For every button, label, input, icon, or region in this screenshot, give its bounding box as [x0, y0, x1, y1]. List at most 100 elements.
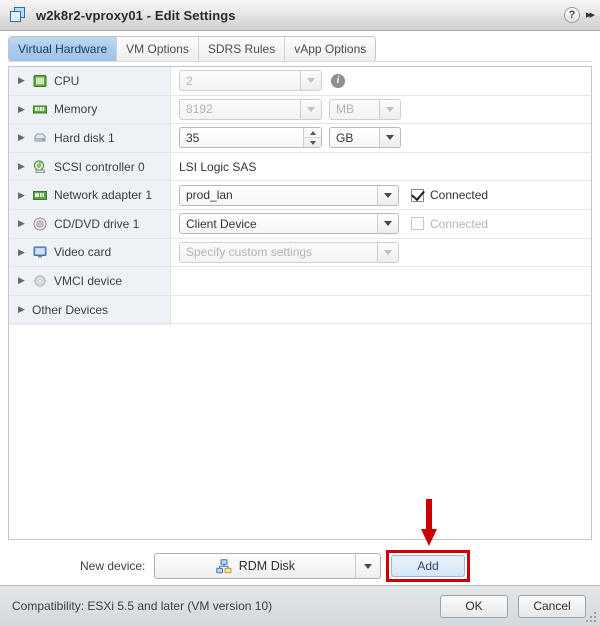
expand-arrow-icon[interactable]: ▶: [18, 76, 32, 85]
network-connected-checkbox[interactable]: Connected: [411, 186, 488, 202]
quantity-stepper[interactable]: [303, 128, 321, 148]
rdm-disk-icon: [216, 558, 232, 574]
table-row: ▶ Video card Specify custom settings: [9, 239, 591, 268]
device-label-other-devices[interactable]: ▶ Other Devices: [9, 296, 171, 324]
device-name: Network adapter 1: [54, 188, 153, 203]
device-label-video-card[interactable]: ▶ Video card: [9, 239, 171, 267]
expand-arrow-icon[interactable]: ▶: [18, 162, 32, 171]
add-button[interactable]: Add: [391, 555, 465, 577]
device-label-hard-disk-1[interactable]: ▶ Hard disk 1: [9, 124, 171, 152]
stepper-up-icon[interactable]: [304, 128, 321, 137]
videocard-select[interactable]: Specify custom settings: [179, 241, 399, 263]
new-device-select-content: RDM Disk: [155, 554, 355, 578]
harddisk-icon: [32, 130, 48, 146]
harddisk-unit-select[interactable]: GB: [329, 127, 401, 149]
device-value-scsi-controller-0: LSI Logic SAS: [171, 153, 591, 181]
harddisk-size-input[interactable]: 35: [179, 127, 322, 149]
table-row: ▶ CD/DVD drive 1 Client Device Connected: [9, 210, 591, 239]
device-value-vmci-device: [171, 267, 591, 295]
harddisk-unit-value: GB: [336, 130, 354, 145]
scsi-controller-value: LSI Logic SAS: [179, 159, 257, 174]
cancel-button[interactable]: Cancel: [518, 594, 586, 618]
dialog-footer: Compatibility: ESXi 5.5 and later (VM ve…: [0, 585, 600, 626]
edit-settings-dialog: w2k8r2-vproxy01 - Edit Settings ? ▸▸ Vir…: [0, 0, 600, 626]
chevron-down-icon[interactable]: [355, 554, 380, 578]
expand-arrow-icon[interactable]: ▶: [18, 190, 32, 200]
title-bar: w2k8r2-vproxy01 - Edit Settings ? ▸▸: [0, 0, 600, 31]
device-value-hard-disk-1: 35 GB: [171, 124, 591, 152]
expand-arrow-icon[interactable]: ▶: [18, 247, 32, 257]
memory-unit-select[interactable]: MB: [329, 98, 401, 120]
memory-select[interactable]: 8192: [179, 98, 322, 120]
table-row: ▶ Network adapter 1 prod_lan Connected: [9, 181, 591, 210]
device-name: SCSI controller 0: [54, 159, 145, 174]
chevron-down-icon[interactable]: [379, 99, 400, 119]
title-bar-controls: ? ▸▸: [563, 7, 595, 23]
device-name: Video card: [54, 245, 112, 260]
device-label-scsi-controller-0[interactable]: ▶ SCSI controller 0: [9, 153, 171, 181]
chevron-down-icon[interactable]: [377, 214, 398, 234]
chevron-down-icon[interactable]: [377, 185, 398, 205]
table-row: ▶ Hard disk 1 35 GB: [9, 124, 591, 153]
expand-arrow-icon[interactable]: ▶: [18, 305, 32, 314]
new-device-value: RDM Disk: [238, 559, 295, 573]
ok-button[interactable]: OK: [440, 594, 508, 618]
device-label-cpu[interactable]: ▶ CPU: [9, 67, 171, 95]
tab-vm-options[interactable]: VM Options: [117, 37, 199, 61]
network-select[interactable]: prod_lan: [179, 184, 399, 206]
expand-arrow-icon[interactable]: ▶: [18, 104, 32, 114]
network-icon: [32, 187, 48, 203]
chevron-down-icon[interactable]: [300, 71, 321, 91]
device-label-network-adapter-1[interactable]: ▶ Network adapter 1: [9, 181, 171, 209]
footer-buttons: OK Cancel: [440, 594, 586, 618]
device-name: CPU: [54, 73, 80, 88]
new-device-label: New device:: [80, 559, 146, 573]
tab-sdrs-rules[interactable]: SDRS Rules: [198, 37, 286, 61]
device-label-cddvd-drive-1[interactable]: ▶ CD/DVD drive 1: [9, 210, 171, 238]
device-value-cddvd-drive-1: Client Device Connected: [171, 210, 591, 238]
resize-grip[interactable]: [586, 612, 598, 624]
device-list-panel: ▶ CPU 2 i ▶ Memory 8192 MB ▶ Hard disk 1…: [8, 66, 592, 540]
table-row: ▶ SCSI controller 0 LSI Logic SAS: [9, 153, 591, 182]
memory-value: 8192: [186, 102, 213, 117]
videocard-icon: [32, 244, 48, 260]
chevron-down-icon[interactable]: [300, 99, 321, 119]
cddvd-select[interactable]: Client Device: [179, 213, 399, 235]
cpu-select[interactable]: 2: [179, 70, 322, 92]
device-name: CD/DVD drive 1: [54, 216, 140, 231]
tab-vapp-options[interactable]: vApp Options: [285, 37, 376, 61]
scsi-icon: [32, 159, 48, 175]
memory-icon: [32, 101, 48, 117]
device-label-memory[interactable]: ▶ Memory: [9, 96, 171, 124]
vmci-icon: [32, 273, 48, 289]
device-name: Memory: [54, 102, 98, 117]
cddvd-icon: [32, 216, 48, 232]
device-value-network-adapter-1: prod_lan Connected: [171, 181, 591, 209]
device-value-cpu: 2 i: [171, 67, 591, 95]
tab-virtual-hardware[interactable]: Virtual Hardware: [9, 37, 118, 61]
network-value: prod_lan: [186, 188, 233, 203]
device-label-vmci-device[interactable]: ▶ VMCI device: [9, 267, 171, 295]
window-title: w2k8r2-vproxy01 - Edit Settings: [36, 7, 236, 23]
cddvd-connected-checkbox: Connected: [411, 217, 488, 231]
help-icon[interactable]: ?: [563, 7, 580, 23]
vm-icon: [10, 6, 27, 24]
device-name: VMCI device: [54, 273, 123, 288]
expand-arrow-icon[interactable]: ▶: [18, 133, 32, 142]
expand-arrow-icon[interactable]: ▶: [18, 219, 32, 228]
new-device-bar: New device: RDM Disk: [8, 548, 592, 584]
chevron-down-icon[interactable]: [379, 128, 400, 148]
checkbox-icon[interactable]: [411, 186, 425, 202]
expand-arrow-icon[interactable]: ▶: [18, 276, 32, 285]
checkbox-label: Connected: [430, 216, 489, 231]
harddisk-size-value: 35: [186, 130, 200, 145]
expand-icon[interactable]: ▸▸: [586, 9, 595, 21]
device-value-video-card: Specify custom settings: [171, 239, 591, 267]
chevron-down-icon[interactable]: [377, 242, 398, 262]
videocard-value: Specify custom settings: [186, 245, 313, 260]
annotation-arrow-icon: [421, 499, 437, 547]
device-name: Other Devices: [32, 302, 109, 317]
info-icon[interactable]: i: [331, 73, 345, 88]
stepper-down-icon[interactable]: [304, 137, 321, 147]
new-device-select[interactable]: RDM Disk: [154, 553, 382, 579]
